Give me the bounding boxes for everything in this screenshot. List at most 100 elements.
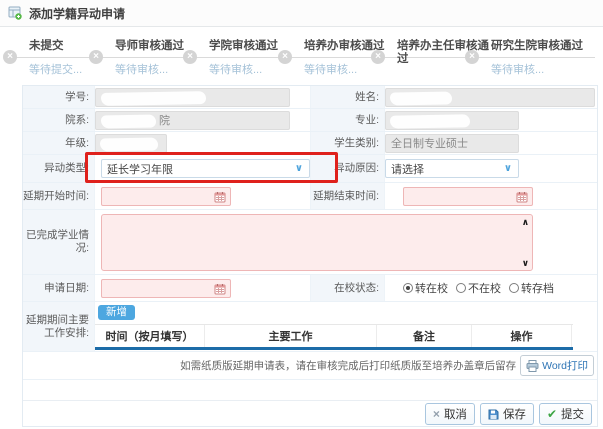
change-reason-value: 请选择 — [391, 161, 424, 177]
delay-end-date-input[interactable] — [403, 187, 533, 206]
footer-actions: × 取消 保存 ✔ 提交 — [23, 400, 597, 427]
student-id-label: 学号: — [23, 86, 95, 108]
form-row: 申请日期: 在校状态: 转在校 — [23, 275, 597, 302]
delay-start-date-input[interactable] — [101, 187, 231, 206]
spacer — [23, 380, 597, 400]
add-row-button[interactable]: 新增 — [98, 305, 135, 320]
step-status-icon: × — [3, 50, 17, 64]
column-header-actions: 操作 — [472, 325, 572, 347]
department-visible-text: 院 — [159, 112, 170, 128]
work-plan-table-header: 时间（按月填写） 主要工作 备注 操作 — [95, 324, 573, 350]
workflow-stepper: × 未提交 等待提交... × 导师审核通过 等待审核... × 学院审核通过 … — [0, 39, 603, 83]
application-form: 学号: 姓名: 院系: 院 专业: — [22, 85, 598, 427]
submit-label: 提交 — [561, 406, 584, 422]
step-status-icon: × — [89, 50, 103, 64]
word-print-button[interactable]: Word打印 — [520, 355, 594, 376]
step-subtitle: 等待提交... — [29, 61, 82, 77]
column-header-time: 时间（按月填写） — [95, 325, 205, 347]
step-title: 导师审核通过 — [115, 40, 215, 53]
step-title: 未提交 — [29, 40, 129, 53]
step-title: 研究生院审核通过 — [491, 40, 591, 53]
form-row: 院系: 院 专业: — [23, 109, 597, 132]
grade-field — [95, 134, 167, 153]
submit-button[interactable]: ✔ 提交 — [539, 403, 592, 425]
redaction-scribble — [390, 91, 452, 105]
apply-date-label: 申请日期: — [23, 275, 95, 301]
completed-study-label: 已完成学业情况: — [23, 210, 95, 274]
step-subtitle: 等待审核... — [115, 61, 168, 77]
save-label: 保存 — [503, 406, 526, 422]
close-icon: × — [433, 408, 440, 420]
department-field: 院 — [95, 111, 290, 130]
redaction-scribble — [101, 114, 156, 128]
radio-option-on-campus[interactable]: 转在校 — [403, 280, 448, 296]
save-disk-icon — [488, 409, 499, 420]
form-row: 已完成学业情况: ∧ ∨ — [23, 210, 597, 275]
radio-label: 不在校 — [468, 280, 501, 296]
column-header-remark: 备注 — [377, 325, 472, 347]
redaction-scribble — [100, 137, 158, 151]
calendar-icon — [214, 283, 226, 295]
add-form-icon — [8, 6, 22, 20]
calendar-icon — [516, 191, 528, 203]
apply-date-input[interactable] — [101, 279, 231, 298]
delay-end-label: 延期结束时间: — [310, 183, 385, 209]
grade-label: 年级: — [23, 132, 95, 154]
page: 添加学籍异动申请 × 未提交 等待提交... × 导师审核通过 等待审核... … — [0, 0, 603, 429]
name-field — [385, 88, 595, 107]
radio-unselected-icon[interactable] — [509, 283, 519, 293]
department-label: 院系: — [23, 109, 95, 131]
radio-option-off-campus[interactable]: 不在校 — [456, 280, 501, 296]
form-row: 学号: 姓名: — [23, 86, 597, 109]
page-title: 添加学籍异动申请 — [29, 5, 125, 22]
step-subtitle: 等待审核... — [209, 61, 262, 77]
step-title: 培养办审核通过 — [304, 40, 404, 53]
step-subtitle: 等待审核... — [304, 61, 357, 77]
print-note-text: 如需纸质版延期申请表，请在审核完成后打印纸质版至培养办盖章后留存 — [180, 358, 516, 373]
scroll-down-icon[interactable]: ∨ — [522, 258, 529, 268]
change-reason-select[interactable]: 请选择 ∨ — [385, 159, 519, 178]
radio-unselected-icon[interactable] — [456, 283, 466, 293]
step-status-icon: × — [278, 50, 292, 64]
change-type-label: 异动类型: — [23, 155, 95, 182]
completed-study-textarea[interactable]: ∧ ∨ — [101, 214, 533, 271]
school-status-label: 在校状态: — [310, 275, 385, 301]
print-note-row: 如需纸质版延期申请表，请在审核完成后打印纸质版至培养办盖章后留存 Word打印 — [23, 352, 597, 380]
major-label: 专业: — [310, 109, 385, 131]
cancel-label: 取消 — [444, 406, 467, 422]
student-id-field — [95, 88, 290, 107]
change-type-select[interactable]: 延长学习年限 ∨ — [101, 159, 310, 178]
form-row: 延期开始时间: 延期结束时间: — [23, 183, 597, 210]
redaction-scribble — [390, 114, 470, 128]
step-status-icon: × — [183, 50, 197, 64]
save-button[interactable]: 保存 — [480, 403, 534, 425]
column-header-main-work: 主要工作 — [205, 325, 377, 347]
name-label: 姓名: — [310, 86, 385, 108]
form-row: 延期期间主要工作安排: 新增 时间（按月填写） 主要工作 备注 操作 — [23, 302, 597, 352]
step-title: 培养办主任审核通过 — [397, 40, 497, 66]
check-icon: ✔ — [547, 408, 557, 420]
scroll-up-icon[interactable]: ∧ — [522, 217, 529, 227]
page-header: 添加学籍异动申请 — [0, 0, 603, 27]
step-status-icon: × — [371, 50, 385, 64]
radio-label: 转在校 — [415, 280, 448, 296]
chevron-down-icon: ∨ — [504, 163, 512, 174]
student-type-label: 学生类别: — [310, 132, 385, 154]
major-field — [385, 111, 519, 130]
step-status-icon: × — [465, 50, 479, 64]
student-type-field: 全日制专业硕士 — [385, 134, 519, 153]
change-type-value: 延长学习年限 — [107, 161, 173, 177]
radio-selected-icon[interactable] — [403, 283, 413, 293]
work-plan-label: 延期期间主要工作安排: — [23, 302, 95, 351]
step-title: 学院审核通过 — [209, 40, 309, 53]
delay-start-label: 延期开始时间: — [23, 183, 95, 209]
form-row: 年级: 学生类别: 全日制专业硕士 — [23, 132, 597, 155]
form-row: 异动类型: 延长学习年限 ∨ 异动原因: 请选择 ∨ — [23, 155, 597, 183]
radio-option-archived[interactable]: 转存档 — [509, 280, 554, 296]
cancel-button[interactable]: × 取消 — [425, 403, 475, 425]
student-type-value: 全日制专业硕士 — [391, 135, 468, 151]
word-print-label: Word打印 — [542, 358, 588, 373]
redaction-scribble — [101, 91, 206, 106]
chevron-down-icon: ∨ — [295, 163, 303, 174]
radio-label: 转存档 — [521, 280, 554, 296]
